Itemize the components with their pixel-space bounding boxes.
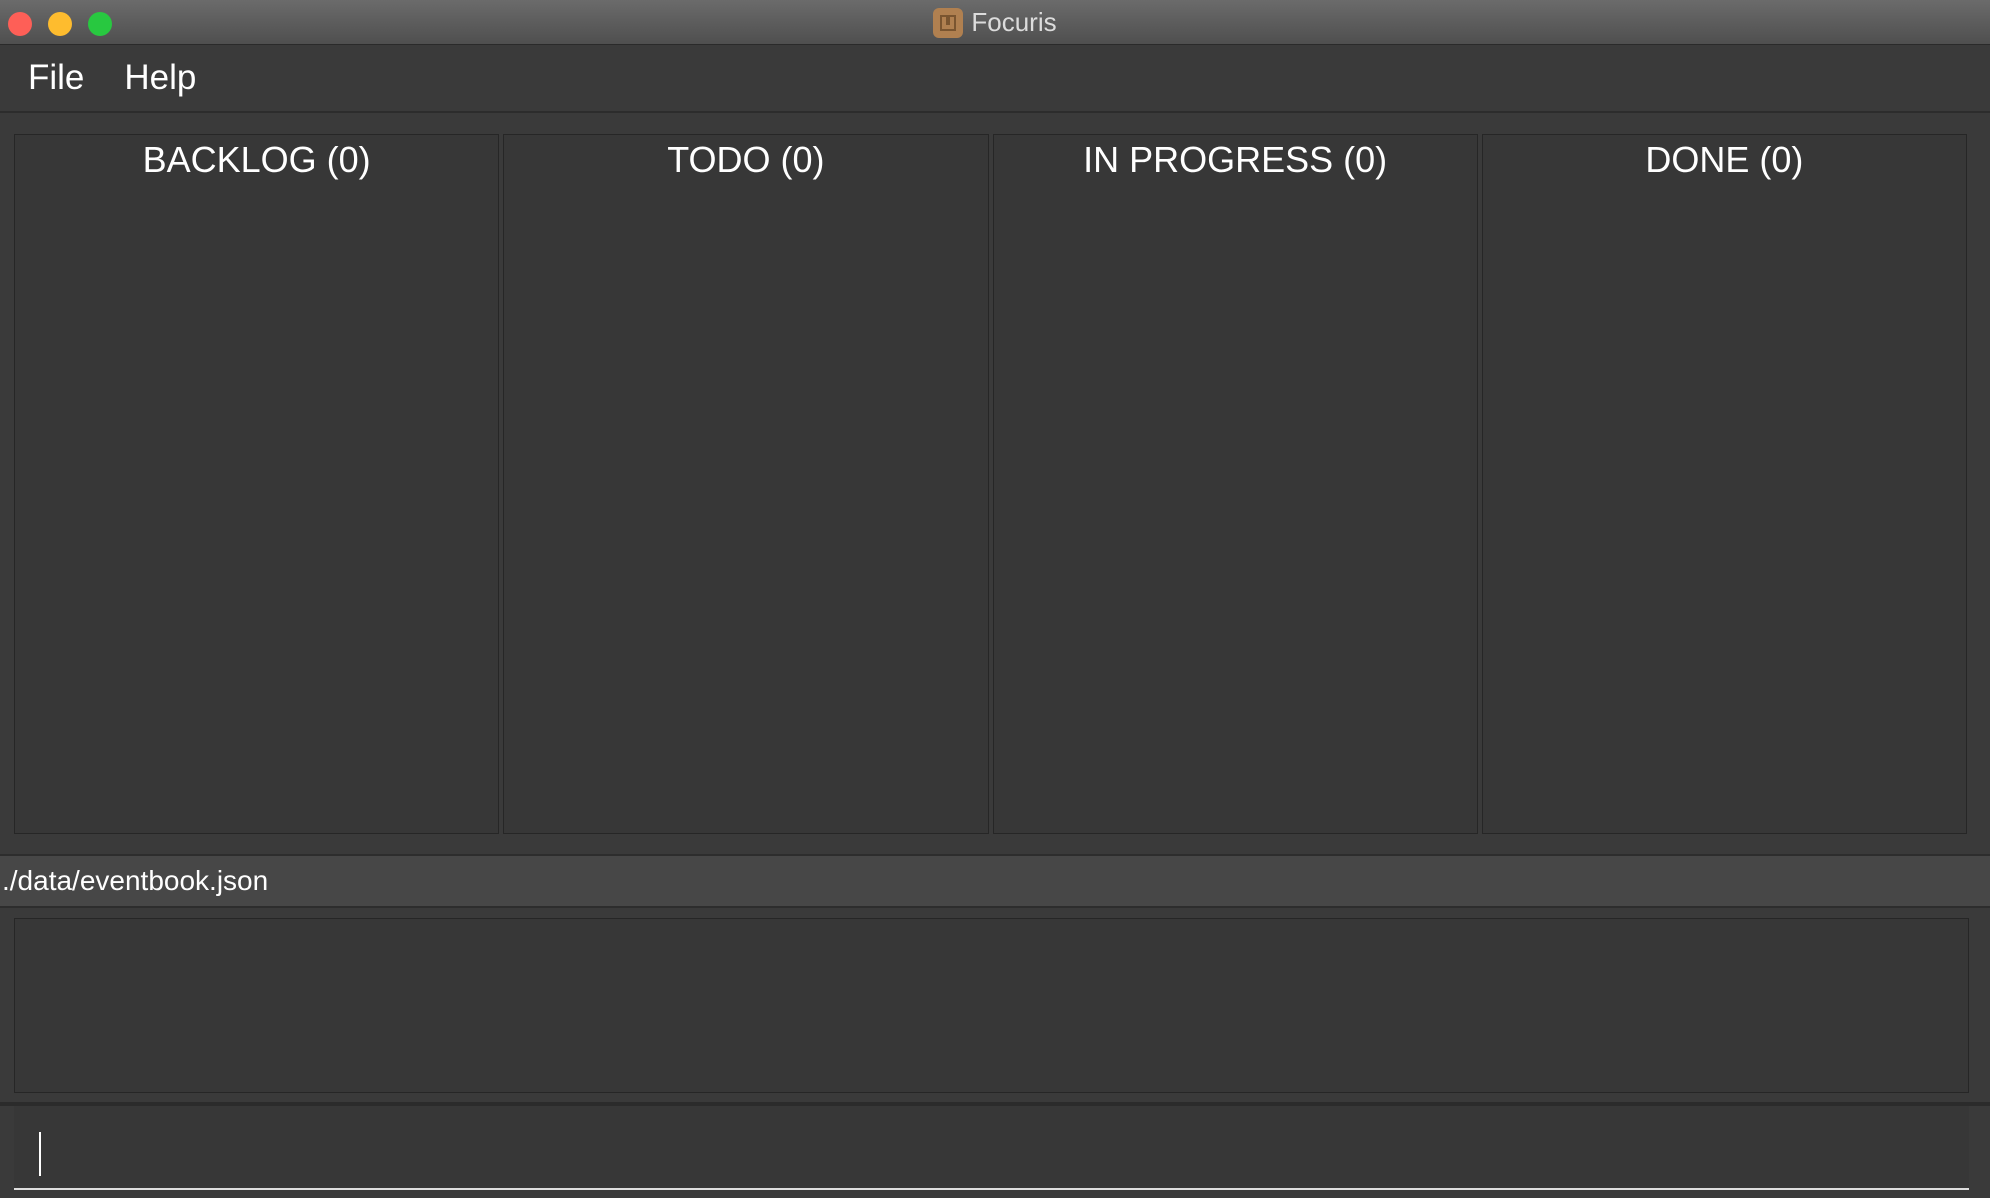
app-window: Focuris File Help BACKLOG (0) TODO (0) I… (0, 0, 1990, 1198)
window-title-group: Focuris (0, 0, 1990, 45)
status-bar: ./data/eventbook.json (0, 854, 1990, 908)
window-title: Focuris (971, 7, 1057, 37)
column-todo[interactable]: TODO (0) (503, 134, 989, 834)
column-header-backlog: BACKLOG (0) (142, 139, 371, 180)
menu-help[interactable]: Help (124, 58, 196, 98)
data-file-path: ./data/eventbook.json (2, 865, 269, 896)
title-bar[interactable]: Focuris (0, 0, 1990, 45)
result-display[interactable] (14, 918, 1969, 1093)
menu-file[interactable]: File (28, 58, 84, 98)
column-header-todo: TODO (0) (667, 139, 825, 180)
column-done[interactable]: DONE (0) (1481, 134, 1967, 834)
column-in-progress[interactable]: IN PROGRESS (0) (992, 134, 1478, 834)
command-input[interactable] (14, 1106, 1969, 1188)
focuris-app-icon (933, 7, 964, 38)
column-backlog[interactable]: BACKLOG (0) (14, 134, 500, 834)
column-header-done: DONE (0) (1645, 139, 1804, 180)
kanban-board: BACKLOG (0) TODO (0) IN PROGRESS (0) DON… (14, 134, 1967, 834)
column-header-in-progress: IN PROGRESS (0) (1083, 139, 1388, 180)
menu-bar: File Help (0, 45, 1990, 113)
text-caret (39, 1132, 41, 1176)
command-box[interactable] (14, 1106, 1969, 1190)
